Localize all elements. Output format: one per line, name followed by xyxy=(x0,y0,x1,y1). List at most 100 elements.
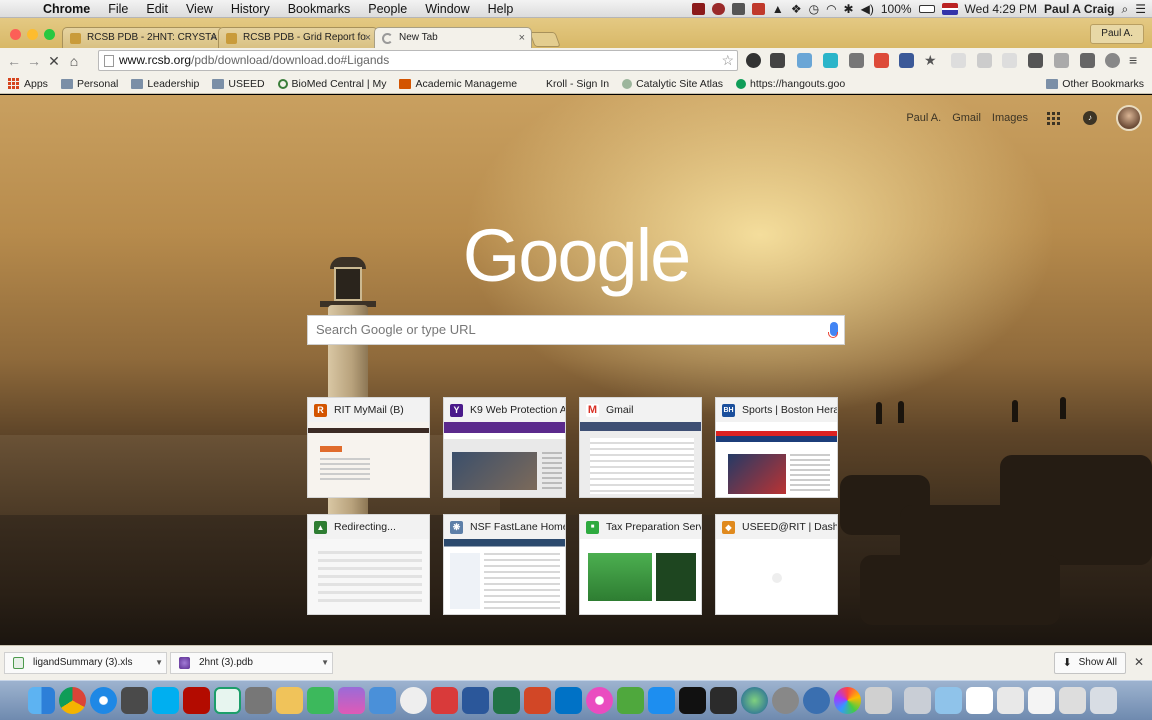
menu-app-name[interactable]: Chrome xyxy=(34,0,99,18)
trash-icon[interactable] xyxy=(1090,687,1117,714)
tray-app-icon[interactable] xyxy=(691,3,705,15)
messages-icon[interactable] xyxy=(307,687,334,714)
powerpoint-icon[interactable] xyxy=(524,687,551,714)
avatar[interactable] xyxy=(1116,105,1142,131)
most-visited-tile-tax-preparation[interactable]: ■ Tax Preparation Servi xyxy=(579,514,702,615)
outlook-icon[interactable] xyxy=(555,687,582,714)
menu-people[interactable]: People xyxy=(359,0,416,18)
apps-grid-icon[interactable] xyxy=(1047,111,1060,125)
download-item-ligand-summary[interactable]: ligandSummary (3).xls ▼ xyxy=(4,652,167,674)
app-store-icon[interactable] xyxy=(648,687,675,714)
document-icon[interactable] xyxy=(1059,687,1086,714)
extension-icon[interactable] xyxy=(951,53,966,68)
facebook-icon[interactable] xyxy=(899,53,914,68)
menubar-clock[interactable]: Wed 4:29 PM xyxy=(965,2,1037,16)
most-visited-tile-gmail[interactable]: M Gmail xyxy=(579,397,702,498)
tab-rcsb-grid-report[interactable]: RCSB PDB - Grid Report fo × xyxy=(218,27,378,48)
menu-file[interactable]: File xyxy=(99,0,137,18)
bookmark-biomed-central[interactable]: BioMed Central | My xyxy=(277,78,386,90)
app-icon[interactable] xyxy=(710,687,737,714)
extension-icon[interactable] xyxy=(823,53,838,68)
bookmark-star-icon[interactable]: ☆ xyxy=(721,51,734,70)
most-visited-tile-useed[interactable]: ◆ USEED@RIT | Dashbo xyxy=(715,514,838,615)
document-icon[interactable] xyxy=(997,687,1024,714)
most-visited-tile-k9[interactable]: Y K9 Web Protection Ad xyxy=(443,397,566,498)
app-icon[interactable] xyxy=(617,687,644,714)
acrobat-icon[interactable] xyxy=(183,687,210,714)
menu-view[interactable]: View xyxy=(177,0,222,18)
menu-edit[interactable]: Edit xyxy=(137,0,177,18)
search-input[interactable]: Search Google or type URL xyxy=(307,315,845,345)
minimize-window-button[interactable] xyxy=(27,29,38,40)
menu-history[interactable]: History xyxy=(222,0,279,18)
skype-icon[interactable] xyxy=(152,687,179,714)
flag-icon[interactable] xyxy=(941,3,958,15)
keynote-icon[interactable] xyxy=(369,687,396,714)
chevron-down-icon[interactable]: ▼ xyxy=(321,653,329,673)
extension-icon[interactable] xyxy=(977,53,992,68)
notes-icon[interactable] xyxy=(276,687,303,714)
close-icon[interactable]: ✕ xyxy=(1134,655,1144,669)
star-icon[interactable]: ★ xyxy=(924,53,939,68)
extension-icon[interactable] xyxy=(1002,53,1017,68)
calculator-icon[interactable] xyxy=(245,687,272,714)
battery-percent[interactable]: 100% xyxy=(881,2,912,16)
menubar-user[interactable]: Paul A Craig xyxy=(1044,2,1114,16)
back-arrow-icon[interactable]: ← xyxy=(4,53,24,69)
document-icon[interactable] xyxy=(966,687,993,714)
profile-button[interactable]: Paul A. xyxy=(1090,24,1144,44)
app-icon[interactable] xyxy=(338,687,365,714)
camera-icon[interactable] xyxy=(849,53,864,68)
system-preferences-icon[interactable] xyxy=(772,687,799,714)
document-icon[interactable] xyxy=(1028,687,1055,714)
bookmark-apps[interactable]: Apps xyxy=(8,77,48,90)
safari-icon[interactable] xyxy=(90,687,117,714)
bookmark-folder-useed[interactable]: USEED xyxy=(212,78,265,90)
word-icon[interactable] xyxy=(462,687,489,714)
gmail-link[interactable]: Gmail xyxy=(952,112,981,124)
chrome-icon[interactable] xyxy=(59,687,86,714)
tray-app-icon[interactable] xyxy=(731,3,745,15)
images-link[interactable]: Images xyxy=(992,112,1028,124)
volume-icon[interactable]: ◀) xyxy=(861,2,874,16)
most-visited-tile-boston-herald[interactable]: BH Sports | Boston Herald xyxy=(715,397,838,498)
timemachine-icon[interactable]: ◷ xyxy=(809,2,819,16)
itunes-icon[interactable] xyxy=(586,687,613,714)
launchpad-icon[interactable] xyxy=(121,687,148,714)
drive-icon[interactable] xyxy=(1054,53,1069,68)
menu-icon[interactable]: ≡ xyxy=(1129,53,1144,68)
app-icon[interactable] xyxy=(431,687,458,714)
most-visited-tile-rit-mymail[interactable]: R RIT MyMail (B) xyxy=(307,397,430,498)
close-window-button[interactable] xyxy=(10,29,21,40)
notifications-bell-icon[interactable]: ♪ xyxy=(1083,111,1097,125)
battery-icon[interactable] xyxy=(918,5,935,13)
extension-icon[interactable] xyxy=(797,53,812,68)
close-icon[interactable]: × xyxy=(519,28,525,48)
tab-rcsb-structure[interactable]: RCSB PDB - 2HNT: CRYSTAL × xyxy=(62,27,224,48)
finder-icon[interactable] xyxy=(28,687,55,714)
close-icon[interactable]: × xyxy=(211,28,217,48)
extension-icon[interactable] xyxy=(746,53,761,68)
google-user-link[interactable]: Paul A. xyxy=(906,112,941,124)
terminal-icon[interactable] xyxy=(679,687,706,714)
extension-icon[interactable] xyxy=(1080,53,1095,68)
app-icon[interactable] xyxy=(214,687,241,714)
bookmark-kroll[interactable]: Kroll - Sign In xyxy=(530,78,609,90)
dropbox-icon[interactable]: ❖ xyxy=(791,2,802,16)
chevron-down-icon[interactable]: ▼ xyxy=(155,653,163,673)
forward-arrow-icon[interactable]: → xyxy=(24,53,44,69)
bookmark-folder-leadership[interactable]: Leadership xyxy=(131,78,199,90)
stop-loading-icon[interactable]: ✕ xyxy=(44,53,64,70)
menu-bookmarks[interactable]: Bookmarks xyxy=(279,0,360,18)
most-visited-tile-redirecting[interactable]: ▲ Redirecting... xyxy=(307,514,430,615)
home-icon[interactable]: ⌂ xyxy=(64,53,84,69)
extension-icon[interactable] xyxy=(1028,53,1043,68)
most-visited-tile-nsf-fastlane[interactable]: ❋ NSF FastLane Home xyxy=(443,514,566,615)
microphone-icon[interactable] xyxy=(828,322,838,338)
menu-help[interactable]: Help xyxy=(479,0,523,18)
spotlight-icon[interactable]: ⌕ xyxy=(1122,2,1129,17)
extension-icon[interactable] xyxy=(874,53,889,68)
tab-new-tab[interactable]: New Tab × xyxy=(374,27,532,48)
folder-icon[interactable] xyxy=(904,687,931,714)
bookmark-other-bookmarks[interactable]: Other Bookmarks xyxy=(1046,78,1144,90)
